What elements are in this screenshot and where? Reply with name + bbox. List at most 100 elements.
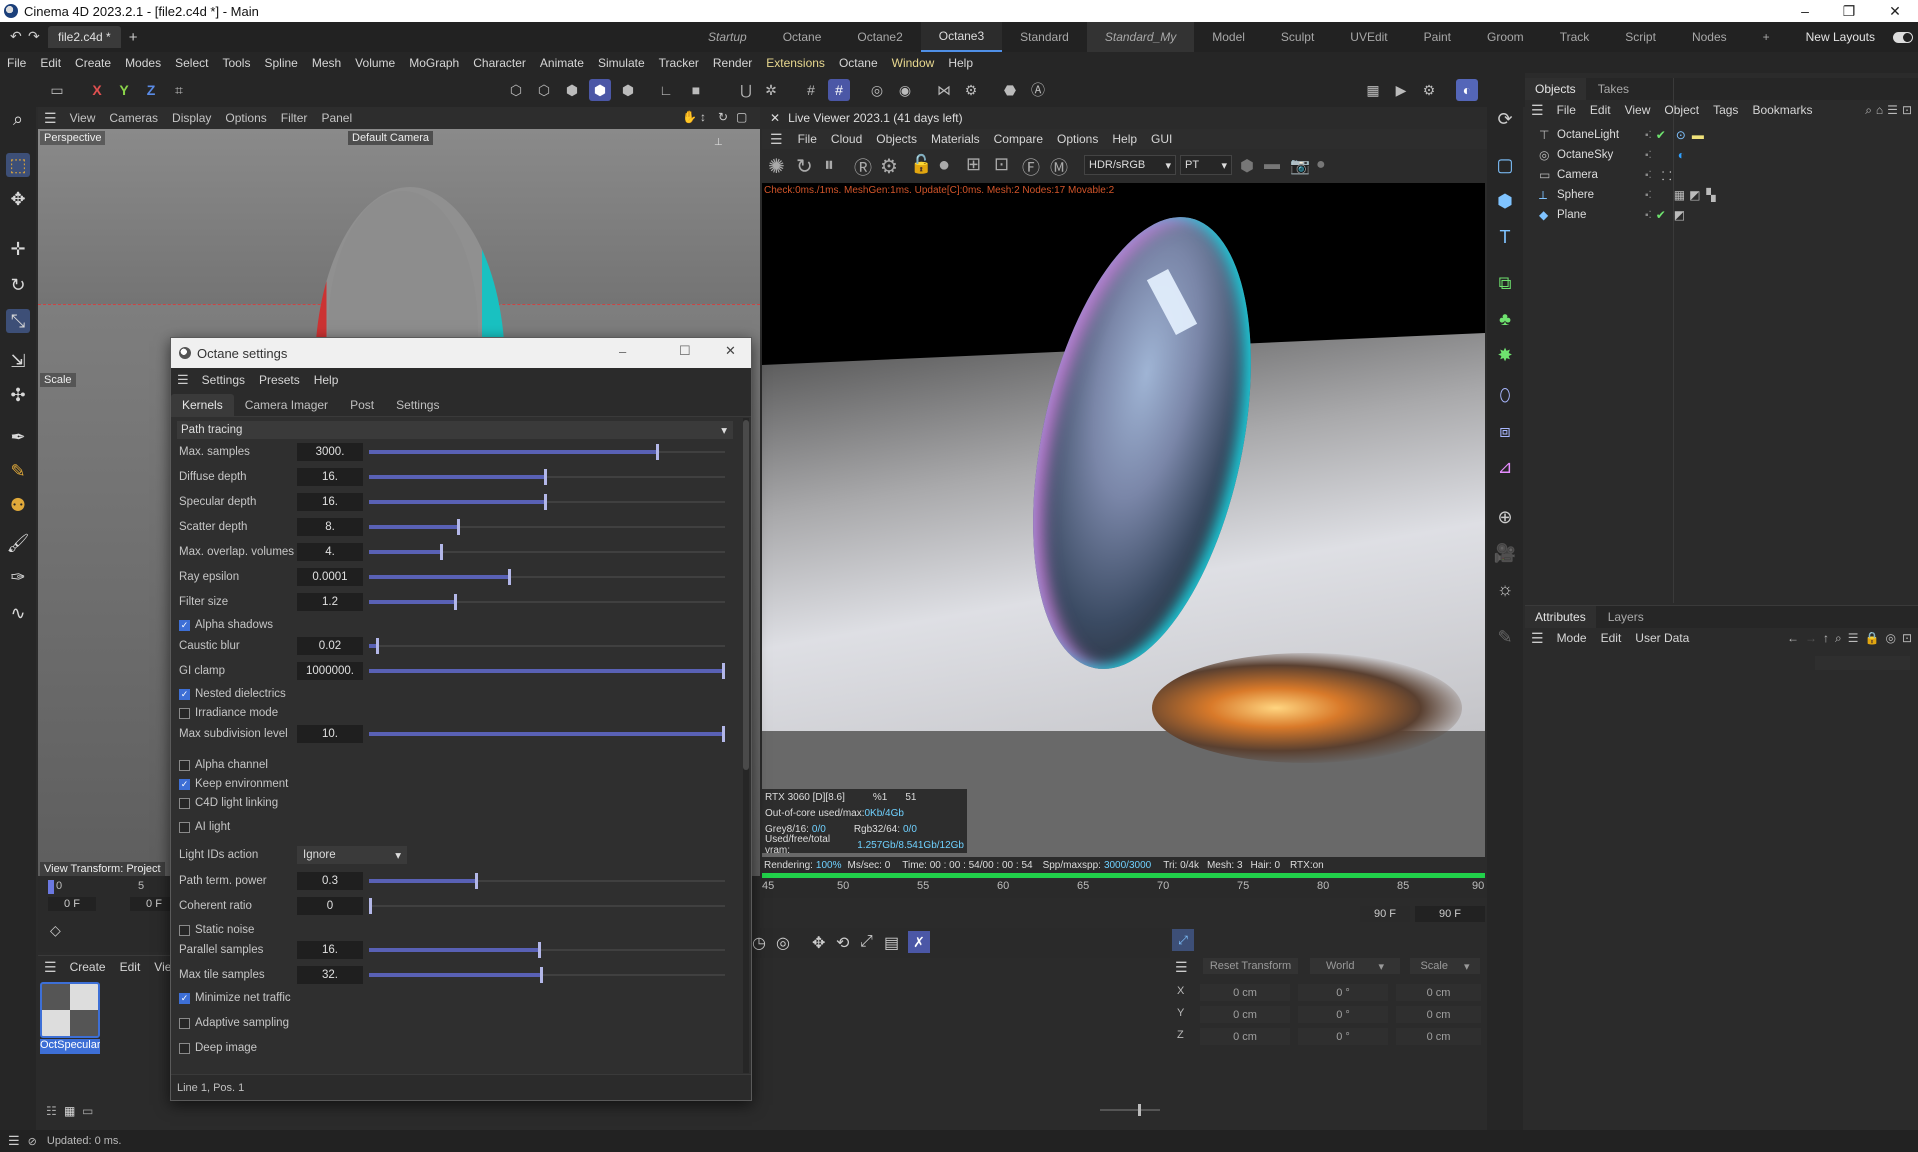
specular-depth-field[interactable]: 16. — [297, 493, 363, 511]
world-select[interactable]: World ▾ — [1310, 958, 1400, 974]
layout-script[interactable]: Script — [1607, 22, 1674, 52]
max-samples-field[interactable]: 3000. — [297, 443, 363, 461]
new-layouts-button[interactable]: New Layouts — [1788, 22, 1893, 52]
live-viewer-icon[interactable]: ◐ — [1456, 79, 1478, 101]
object-row-plane[interactable]: ◆ Plane ▪⁚ ✔ ◩ — [1539, 205, 1909, 225]
slider-knob[interactable] — [656, 444, 659, 460]
camera-icon[interactable]: 📷 — [1290, 156, 1310, 176]
layout-nodes[interactable]: Nodes — [1674, 22, 1745, 52]
path-term-power-slider[interactable] — [369, 871, 725, 891]
material-picker-icon[interactable]: Ⓜ — [1050, 154, 1068, 180]
position-x-field[interactable]: 0 cm — [1200, 984, 1290, 1001]
menu-file[interactable]: File — [0, 56, 33, 70]
doc-tab[interactable]: file2.c4d * — [48, 26, 121, 48]
caustic-blur-slider[interactable] — [369, 636, 725, 656]
layout-track[interactable]: Track — [1542, 22, 1608, 52]
region-render-icon[interactable]: Ⓡ — [854, 154, 872, 180]
uv-mode-icon[interactable]: ⬢ — [617, 79, 639, 101]
menu-octane[interactable]: Octane — [832, 56, 885, 70]
live-viewer-toggle-icon[interactable]: ⟳ — [1493, 107, 1517, 131]
visibility-dots-icon[interactable]: ▪⁚ — [1645, 210, 1652, 221]
redo-icon[interactable]: ↷ — [28, 28, 40, 45]
attr-menu-user-data[interactable]: User Data — [1628, 631, 1696, 645]
polygons-mode-icon[interactable]: ⬢ — [561, 79, 583, 101]
gi-clamp-field[interactable]: 1000000. — [297, 662, 363, 680]
grid-snap-icon[interactable]: # — [800, 79, 822, 101]
settings-gear-icon[interactable]: ⚙ — [880, 154, 898, 179]
layout-standard[interactable]: Standard — [1002, 22, 1087, 52]
slider-knob[interactable] — [540, 967, 543, 983]
maximize-button[interactable]: ❐ — [1826, 0, 1872, 22]
specular-depth-slider[interactable] — [369, 492, 725, 512]
menu-render[interactable]: Render — [706, 56, 759, 70]
scale-key-icon[interactable]: ⤢ — [860, 933, 873, 951]
menu-simulate[interactable]: Simulate — [591, 56, 652, 70]
lv-menu-compare[interactable]: Compare — [987, 132, 1050, 146]
material-thumbnail[interactable] — [40, 982, 100, 1038]
filter-size-slider[interactable] — [369, 592, 725, 612]
menu-select[interactable]: Select — [168, 56, 215, 70]
octane-hamburger-icon[interactable]: ☰ — [177, 372, 189, 388]
slider-knob[interactable] — [454, 594, 457, 610]
obj-menu-bookmarks[interactable]: Bookmarks — [1745, 103, 1819, 117]
material-hamburger-icon[interactable]: ☰ — [44, 959, 57, 976]
path-term-power-field[interactable]: 0.3 — [297, 872, 363, 890]
scale-icon[interactable]: ⤡ — [6, 309, 30, 333]
timeline-ruler-right[interactable]: 45 50 55 60 65 70 75 80 85 90 — [762, 880, 1487, 898]
menu-character[interactable]: Character — [466, 56, 533, 70]
viewport-menu-display[interactable]: Display — [165, 111, 218, 125]
points-mode-icon[interactable]: ⬡ — [505, 79, 527, 101]
obj-menu-view[interactable]: View — [1618, 103, 1658, 117]
slider-knob[interactable] — [722, 726, 725, 742]
large-view-icon[interactable]: ▭ — [82, 1104, 93, 1118]
ray-epsilon-slider[interactable] — [369, 567, 725, 587]
octane-maximize-button[interactable]: ☐ — [679, 343, 691, 359]
keep-environment-checkbox[interactable]: ✓ Keep environment — [179, 775, 288, 793]
send-scene-icon[interactable]: ✺ — [768, 154, 785, 179]
kernel-select[interactable]: PT ▾ — [1180, 155, 1232, 175]
phong-tag-icon[interactable]: ◩ — [1674, 208, 1685, 222]
film-icon[interactable]: ▬ — [1264, 156, 1280, 174]
rotation-y-field[interactable]: 0 ° — [1298, 1006, 1388, 1023]
parallel-samples-field[interactable]: 16. — [297, 941, 363, 959]
paint-brush-icon[interactable]: 🖌 — [6, 531, 30, 555]
slider-knob[interactable] — [544, 494, 547, 510]
scale-select[interactable]: Scale ▾ — [1410, 958, 1480, 974]
layout-standard-my[interactable]: Standard_My — [1086, 22, 1195, 52]
menu-mesh[interactable]: Mesh — [305, 56, 348, 70]
symmetry-icon[interactable]: ⋈ — [933, 79, 955, 101]
slider-knob[interactable] — [538, 942, 541, 958]
coordinate-hamburger-icon[interactable]: ☰ — [1175, 959, 1188, 976]
parallel-samples-slider[interactable] — [369, 940, 725, 960]
search-icon[interactable]: ⌕ — [1865, 103, 1872, 118]
lv-menu-cloud[interactable]: Cloud — [824, 132, 869, 146]
slider-knob[interactable] — [376, 638, 379, 654]
alpha-shadows-checkbox[interactable]: ✓ Alpha shadows — [179, 616, 273, 634]
render-view-icon[interactable]: ▦ — [1362, 79, 1384, 101]
add-layout-button[interactable]: + — [1745, 22, 1788, 52]
snap-settings-icon[interactable]: ✲ — [760, 79, 782, 101]
minimize-button[interactable]: – — [1782, 0, 1828, 22]
lv-menu-help[interactable]: Help — [1105, 132, 1144, 146]
menu-create[interactable]: Create — [68, 56, 118, 70]
zoom-slider[interactable] — [1100, 1104, 1160, 1116]
extrude-icon[interactable]: ✣ — [6, 383, 30, 407]
lv-menu-objects[interactable]: Objects — [869, 132, 924, 146]
attributes-hamburger-icon[interactable]: ☰ — [1531, 630, 1544, 647]
menu-tracker[interactable]: Tracker — [652, 56, 706, 70]
object-row-octanelight[interactable]: ⊤ OctaneLight ▪⁚ ✔ ⊙ ▬ — [1539, 125, 1909, 145]
menu-volume[interactable]: Volume — [348, 56, 402, 70]
adaptive-sampling-checkbox[interactable]: Adaptive sampling — [179, 1014, 289, 1032]
tab-objects[interactable]: Objects — [1525, 78, 1586, 100]
camera-label[interactable]: Default Camera — [348, 131, 434, 145]
obj-menu-object[interactable]: Object — [1657, 103, 1706, 117]
layout-octane[interactable]: Octane — [765, 22, 840, 52]
lv-menu-gui[interactable]: GUI — [1144, 132, 1179, 146]
spline-deformer-icon[interactable]: ⊿ — [1493, 455, 1517, 479]
scale-z-field[interactable]: 0 cm — [1396, 1028, 1481, 1045]
pick-icon[interactable]: ⊡ — [994, 154, 1009, 175]
generator-icon[interactable]: ⧉ — [1493, 271, 1517, 295]
live-selection-icon[interactable]: ⬚ — [6, 153, 30, 177]
menu-tools[interactable]: Tools — [215, 56, 257, 70]
move-key-icon[interactable]: ✥ — [812, 933, 825, 953]
